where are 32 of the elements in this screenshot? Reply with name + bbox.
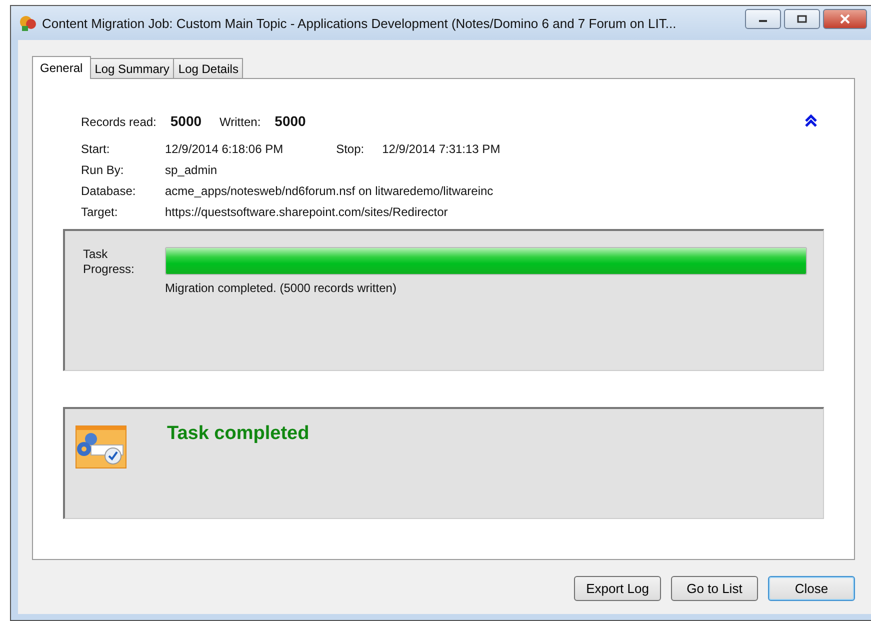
tab[interactable]: Log Summary (90, 58, 174, 78)
field-value: sp_admin (165, 163, 218, 177)
tab[interactable]: Log Details (173, 58, 244, 78)
dialog-button[interactable]: Close (768, 576, 855, 601)
field-value: https://questsoftware.sharepoint.com/sites/Redirector (165, 205, 448, 219)
written-value: 5000 (274, 113, 306, 129)
field-label: Stop: (336, 142, 366, 156)
field-value: acme_apps/notesweb/nd6forum.nsf on litwaredemo/litwareinc (165, 184, 494, 198)
records-read-label: Records read: (81, 115, 156, 129)
maximize-button[interactable] (784, 9, 820, 29)
close-icon (839, 14, 851, 24)
field-value: 12/9/2014 7:31:13 PM (382, 142, 500, 156)
dialog-button[interactable]: Go to List (671, 576, 758, 601)
collapse-icon[interactable] (804, 114, 818, 128)
field-label: Start: (81, 142, 111, 156)
progress-label: Task Progress: (83, 247, 136, 278)
gear-check-icon (75, 425, 127, 469)
minimize-button[interactable] (745, 9, 781, 29)
records-read-value: 5000 (170, 113, 202, 129)
maximize-icon (797, 15, 807, 23)
field-label: Run By: (81, 163, 125, 177)
progress-message: Migration completed. (5000 records written) (165, 281, 398, 295)
status-message: Task completed (167, 423, 310, 445)
written-label: Written: (220, 115, 261, 129)
dialog-button[interactable]: Export Log (574, 576, 661, 601)
app-icon (19, 14, 37, 32)
window-title: Content Migration Job: Custom Main Topic - Applications Development (Notes/Domino 6 and 7 Forum on LIT... (42, 16, 678, 30)
field-label: Database: (81, 184, 137, 198)
field-value: 12/9/2014 6:18:06 PM (165, 142, 284, 156)
close-button[interactable] (823, 9, 867, 29)
tab[interactable]: General (32, 56, 91, 79)
field-label: Target: (81, 205, 119, 219)
